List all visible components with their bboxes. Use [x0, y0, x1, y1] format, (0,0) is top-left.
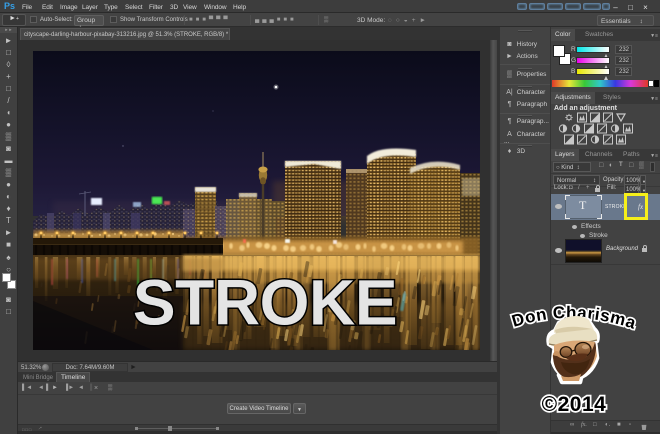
svg-text:©2014: ©2014: [542, 393, 607, 416]
svg-text:STROKE: STROKE: [133, 267, 397, 339]
